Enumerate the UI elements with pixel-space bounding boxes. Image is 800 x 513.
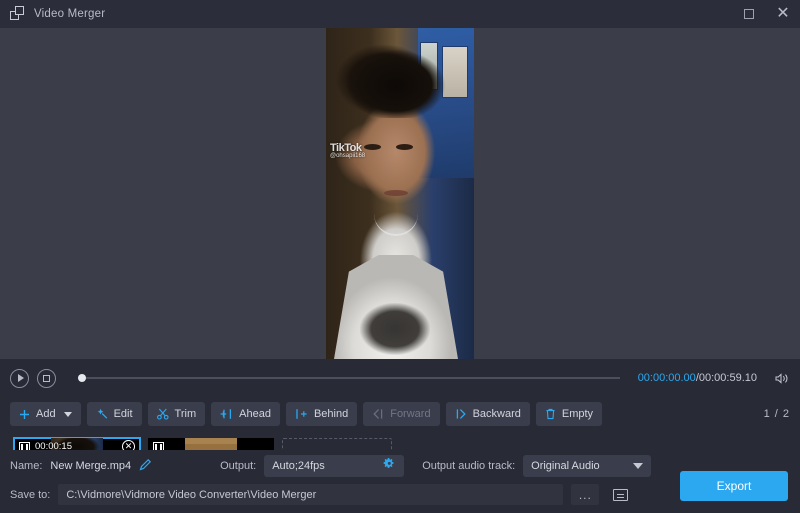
- seek-handle[interactable]: [78, 374, 86, 382]
- backward-button-label: Backward: [473, 408, 521, 420]
- magic-wand-icon: [96, 408, 108, 420]
- output-name-value: New Merge.mp4: [50, 460, 131, 472]
- move-forward-icon: [372, 408, 384, 420]
- scissors-icon: [157, 408, 169, 420]
- folder-icon[interactable]: [607, 484, 633, 505]
- chevron-down-icon: [633, 463, 643, 469]
- ahead-button-label: Ahead: [239, 408, 271, 420]
- clip-toolbar: Add Edit Trim: [0, 397, 800, 431]
- browse-button[interactable]: ...: [571, 484, 599, 505]
- empty-button-label: Empty: [562, 408, 593, 420]
- save-to-label: Save to:: [10, 489, 50, 501]
- behind-button[interactable]: Behind: [286, 402, 357, 426]
- chevron-down-icon: [64, 412, 72, 417]
- video-subject-mouth: [384, 190, 408, 196]
- video-watermark: TikTok @ohsapii168: [330, 144, 365, 160]
- add-button[interactable]: Add: [10, 402, 81, 426]
- trash-icon: [545, 408, 556, 420]
- plus-icon: [19, 409, 30, 420]
- output-format-field[interactable]: Auto;24fps: [264, 455, 404, 477]
- export-button[interactable]: Export: [680, 471, 788, 501]
- empty-button[interactable]: Empty: [536, 402, 602, 426]
- insert-ahead-icon: [220, 408, 233, 420]
- player-controls-bar: 00:00:00.00/00:00:59.10: [0, 359, 800, 397]
- window-controls: ✕: [732, 0, 800, 28]
- video-frame: TikTok @ohsapii168: [326, 28, 474, 359]
- watermark-username: @ohsapii168: [330, 152, 365, 160]
- total-time: 00:00:59.10: [699, 372, 757, 384]
- video-subject-eye-left: [364, 144, 381, 150]
- window-title: Video Merger: [34, 8, 105, 20]
- trim-button-label: Trim: [175, 408, 197, 420]
- video-preview-area[interactable]: TikTok @ohsapii168: [0, 28, 800, 359]
- video-subject-eye-right: [396, 144, 413, 150]
- forward-button-label: Forward: [390, 408, 430, 420]
- play-icon[interactable]: [10, 369, 29, 388]
- name-label: Name:: [10, 460, 42, 472]
- title-bar-left: Video Merger: [0, 6, 105, 22]
- current-time: 00:00:00.00: [638, 372, 696, 384]
- output-audio-track-label: Output audio track:: [422, 460, 515, 472]
- insert-behind-icon: [295, 408, 308, 420]
- maximize-icon[interactable]: [732, 0, 766, 28]
- video-merger-logo-icon: [10, 6, 26, 22]
- edit-button-label: Edit: [114, 408, 133, 420]
- output-audio-track-value: Original Audio: [531, 460, 600, 472]
- title-bar: Video Merger ✕: [0, 0, 800, 28]
- seek-track: [78, 377, 620, 379]
- seek-bar[interactable]: [78, 369, 620, 388]
- add-button-label: Add: [36, 408, 56, 420]
- edit-button[interactable]: Edit: [87, 402, 142, 426]
- video-shirt-print: [360, 303, 430, 355]
- forward-button[interactable]: Forward: [363, 402, 439, 426]
- trim-button[interactable]: Trim: [148, 402, 206, 426]
- video-merger-window: Video Merger ✕ TikTok @ohsapii168: [0, 0, 800, 513]
- behind-button-label: Behind: [314, 408, 348, 420]
- gear-icon[interactable]: [383, 458, 396, 474]
- stop-icon[interactable]: [37, 369, 56, 388]
- save-path-value: C:\Vidmore\Vidmore Video Converter\Video…: [66, 489, 316, 501]
- output-format-value: Auto;24fps: [272, 460, 325, 472]
- bottom-panel: Name: New Merge.mp4 Output: Auto;24fps O…: [0, 450, 800, 513]
- pencil-icon[interactable]: [139, 458, 152, 474]
- ahead-button[interactable]: Ahead: [211, 402, 280, 426]
- save-path-input[interactable]: C:\Vidmore\Vidmore Video Converter\Video…: [58, 484, 563, 505]
- volume-icon[interactable]: [775, 372, 790, 385]
- output-label: Output:: [220, 460, 256, 472]
- video-subject-hair: [340, 40, 452, 118]
- page-indicator: 1 / 2: [764, 408, 790, 420]
- move-backward-icon: [455, 408, 467, 420]
- output-audio-track-select[interactable]: Original Audio: [523, 455, 651, 477]
- watermark-brand: TikTok: [330, 144, 365, 152]
- timecode-display: 00:00:00.00/00:00:59.10: [638, 372, 757, 384]
- backward-button[interactable]: Backward: [446, 402, 530, 426]
- close-icon[interactable]: ✕: [766, 0, 800, 28]
